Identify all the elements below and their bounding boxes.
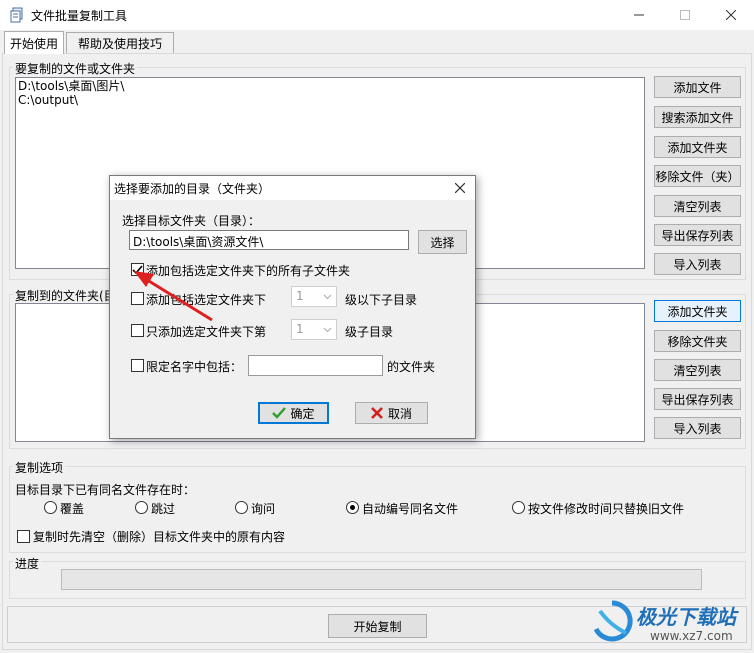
list-item[interactable]: D:\tools\桌面\图片\: [18, 79, 642, 93]
progress-title: 进度: [13, 555, 42, 572]
levels-select-value: 1: [296, 289, 304, 303]
include-all-subfolders-checkbox[interactable]: [131, 263, 144, 276]
ask-label[interactable]: 询问: [251, 500, 275, 517]
close-icon: [455, 183, 465, 193]
close-icon: [726, 10, 736, 20]
dialog-title: 选择要添加的目录（文件夹）: [114, 182, 271, 196]
clear-first-checkbox[interactable]: [17, 530, 30, 543]
cancel-x-icon: [371, 407, 383, 419]
cancel-button[interactable]: 取消: [355, 402, 428, 424]
replace-older-radio[interactable]: [512, 501, 525, 514]
clear-first-label[interactable]: 复制时先清空（删除）目标文件夹中的原有内容: [33, 528, 285, 545]
app-copy-icon: [10, 7, 23, 23]
ok-button-label: 确定: [290, 406, 315, 421]
remove-target-folder-button[interactable]: 移除文件夹: [654, 330, 741, 352]
close-button[interactable]: [708, 0, 754, 30]
window-title: 文件批量复制工具: [31, 9, 128, 23]
progress-bar: [61, 569, 702, 590]
include-levels-label[interactable]: 添加包括选定文件夹下: [146, 291, 266, 308]
remove-file-button[interactable]: 移除文件（夹）: [654, 165, 741, 187]
only-level-suffix-label: 级子目录: [345, 325, 394, 339]
name-filter-suffix-label: 的文件夹: [387, 360, 436, 374]
watermark-logo: [593, 600, 633, 642]
exists-label: 目标目录下已有同名文件存在时：: [15, 483, 196, 497]
auto-number-radio[interactable]: [346, 501, 359, 514]
target-folder-input[interactable]: D:\tools\桌面\资源文件\: [129, 230, 409, 250]
levels-select[interactable]: 1: [291, 286, 337, 307]
watermark-url: www.xz7.com: [650, 629, 733, 643]
copy-options-title: 复制选项: [13, 459, 66, 476]
title-bar: 文件批量复制工具: [0, 0, 754, 30]
minimize-icon: [634, 14, 644, 16]
cancel-button-label: 取消: [387, 406, 412, 421]
auto-number-label[interactable]: 自动编号同名文件: [362, 500, 458, 517]
maximize-button[interactable]: [662, 0, 708, 30]
clear-target-list-button[interactable]: 清空列表: [654, 359, 741, 381]
only-level-checkbox[interactable]: [131, 324, 144, 337]
export-list-button[interactable]: 导出保存列表: [654, 224, 741, 246]
replace-older-label[interactable]: 按文件修改时间只替换旧文件: [528, 500, 684, 517]
watermark: 极光下载站 www.xz7.com: [590, 597, 750, 653]
maximize-icon: [680, 10, 690, 20]
ask-radio[interactable]: [235, 501, 248, 514]
only-level-select[interactable]: 1: [291, 319, 337, 340]
add-folder-dialog: 选择要添加的目录（文件夹） 选择目标文件夹（目录）： D:\tools\桌面\资…: [109, 175, 476, 439]
name-filter-label[interactable]: 限定名字中包括：: [146, 358, 242, 375]
chevron-down-icon: [323, 294, 332, 300]
overwrite-label[interactable]: 覆盖: [60, 500, 84, 517]
overwrite-radio[interactable]: [44, 501, 57, 514]
target-folder-label: 选择目标文件夹（目录）：: [122, 214, 261, 228]
checkmark-icon: [272, 407, 287, 419]
chevron-down-icon: [323, 327, 332, 333]
checkmark-icon: [132, 265, 143, 275]
dialog-close-button[interactable]: [450, 178, 470, 198]
only-level-select-value: 1: [296, 322, 304, 336]
include-levels-checkbox[interactable]: [131, 292, 144, 305]
minimize-button[interactable]: [616, 0, 662, 30]
import-target-list-button[interactable]: 导入列表: [654, 417, 741, 439]
dialog-title-bar: 选择要添加的目录（文件夹）: [110, 176, 475, 200]
ok-button[interactable]: 确定: [258, 402, 329, 424]
search-add-file-button[interactable]: 搜索添加文件: [654, 106, 741, 128]
tab-start[interactable]: 开始使用: [4, 31, 64, 54]
levels-suffix-label: 级以下子目录: [345, 293, 418, 307]
import-list-button[interactable]: 导入列表: [654, 253, 741, 275]
name-filter-checkbox[interactable]: [131, 359, 144, 372]
include-all-subfolders-label[interactable]: 添加包括选定文件夹下的所有子文件夹: [146, 262, 350, 279]
only-level-label[interactable]: 只添加选定文件夹下第: [146, 323, 266, 340]
watermark-brand: 极光下载站: [636, 605, 736, 629]
export-target-list-button[interactable]: 导出保存列表: [654, 388, 741, 410]
skip-radio[interactable]: [135, 501, 148, 514]
add-target-folder-button[interactable]: 添加文件夹: [654, 300, 741, 322]
tab-help[interactable]: 帮助及使用技巧: [66, 32, 174, 53]
start-copy-button[interactable]: 开始复制: [328, 614, 427, 638]
name-filter-input[interactable]: [248, 355, 383, 376]
add-folder-button[interactable]: 添加文件夹: [654, 136, 741, 158]
list-item[interactable]: C:\output\: [18, 93, 642, 107]
skip-label[interactable]: 跳过: [151, 500, 175, 517]
browse-button[interactable]: 选择: [418, 230, 467, 254]
add-file-button[interactable]: 添加文件: [654, 76, 741, 98]
clear-list-button[interactable]: 清空列表: [654, 195, 741, 217]
target-group-title: 复制到的文件夹(目: [13, 287, 118, 304]
source-group-title: 要复制的文件或文件夹: [13, 60, 138, 77]
